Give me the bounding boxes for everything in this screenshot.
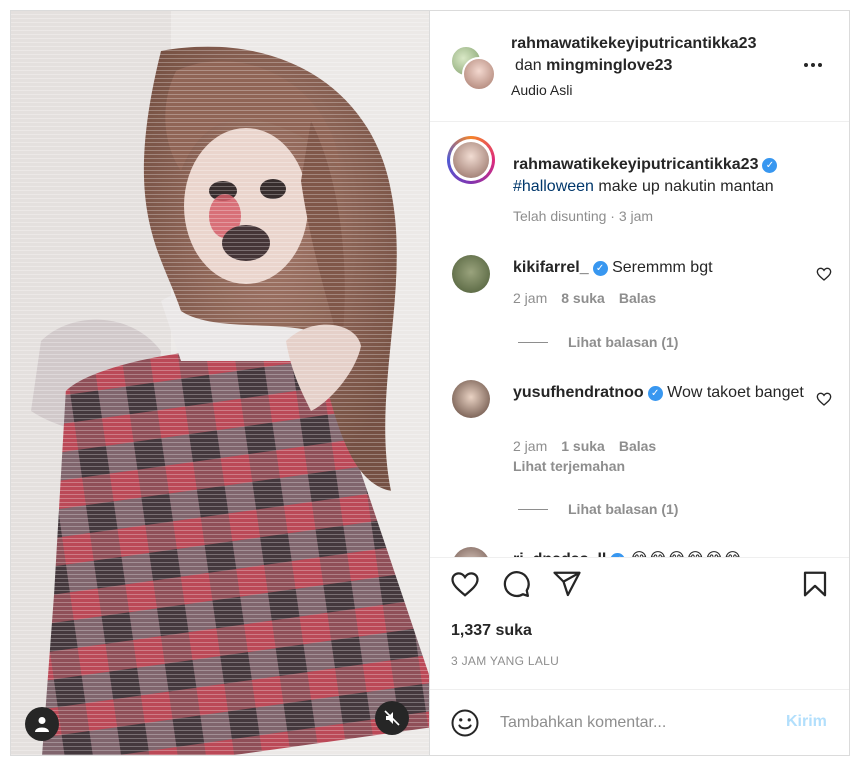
dot: [811, 63, 815, 67]
heart-icon[interactable]: [450, 569, 480, 599]
comment-time[interactable]: 2 jam: [513, 438, 547, 454]
comment-text: kikifarrel_ ✓ Seremmm bgt: [513, 256, 813, 279]
view-replies-button[interactable]: Lihat balasan (1): [518, 501, 678, 517]
smiley-icon[interactable]: [450, 708, 480, 738]
comment-body: Wow takoet banget: [667, 384, 804, 401]
more-horizontal-icon: [804, 63, 808, 67]
collab-username[interactable]: mingminglove23: [546, 57, 672, 74]
post-time[interactable]: 3 JAM YANG LALU: [451, 654, 559, 668]
reply-button[interactable]: Balas: [619, 290, 656, 306]
caption-username-text: rahmawatikekeyiputricantikka23: [513, 156, 759, 173]
comment-text: yusufhendratnoo ✓ Wow takoet banget: [513, 381, 813, 404]
avatar: [462, 57, 496, 91]
caption-username[interactable]: rahmawatikekeyiputricantikka23 ✓: [513, 156, 778, 174]
audio-link[interactable]: Audio Asli: [511, 82, 572, 98]
comment-avatar[interactable]: [452, 547, 490, 557]
author-username[interactable]: rahmawatikekeyiputricantikka23: [511, 35, 756, 53]
comment-meta: 2 jam 1 suka Balas: [513, 438, 656, 454]
avatar-ring-gap: [450, 139, 492, 181]
post-video[interactable]: [11, 11, 429, 755]
more-options-button[interactable]: [799, 53, 827, 77]
post-header: rahmawatikekeyiputricantikka23 dan mingm…: [430, 11, 849, 122]
view-replies-label: Lihat balasan (1): [568, 501, 679, 517]
comment-avatar[interactable]: [452, 255, 490, 293]
comment-username[interactable]: yusufhendratnoo: [513, 384, 644, 401]
collab-avatars[interactable]: [450, 45, 496, 91]
collab-and-text: dan: [515, 57, 542, 74]
caption-avatar[interactable]: [447, 136, 495, 184]
verified-badge-icon: ✓: [762, 158, 778, 173]
divider: [518, 342, 548, 343]
video-frame-image: [11, 11, 429, 755]
tagged-users-button[interactable]: [25, 707, 59, 741]
comments-list[interactable]: rahmawatikekeyiputricantikka23 ✓ #hallowe…: [430, 122, 849, 557]
section-divider: [430, 557, 849, 558]
view-replies-label: Lihat balasan (1): [568, 334, 679, 350]
verified-badge-icon: ✓: [592, 261, 608, 276]
post-comment-button[interactable]: Kirim: [786, 713, 827, 731]
avatar: [453, 142, 489, 178]
paper-plane-icon[interactable]: [552, 569, 582, 599]
caption-text: #halloween make up nakutin mantan: [513, 178, 774, 196]
comment-input[interactable]: [500, 711, 770, 735]
comment-username[interactable]: kikifarrel_: [513, 259, 589, 276]
section-divider: [430, 689, 849, 690]
comment-text: ri_dnadas_ll✓ 😂😂😂😂😂😂: [513, 548, 813, 557]
divider: [518, 509, 548, 510]
view-replies-button[interactable]: Lihat balasan (1): [518, 334, 678, 350]
verified-badge-icon: ✓: [647, 386, 663, 401]
comment-like-heart-icon[interactable]: [816, 391, 832, 407]
dot: [818, 63, 822, 67]
caption-hashtag[interactable]: #halloween: [513, 178, 594, 195]
bookmark-icon[interactable]: [800, 569, 830, 599]
comment-meta: 2 jam 8 suka Balas: [513, 290, 656, 306]
comment-icon[interactable]: [501, 569, 531, 599]
comment-avatar[interactable]: [452, 380, 490, 418]
comment-body: Seremmm bgt: [612, 259, 713, 276]
see-translation-button[interactable]: Lihat terjemahan: [513, 458, 625, 474]
reply-button[interactable]: Balas: [619, 438, 656, 454]
likes-count[interactable]: 1,337 suka: [451, 622, 532, 640]
caption-meta: Telah disunting · 3 jam: [513, 208, 654, 224]
comment-likes[interactable]: 8 suka: [561, 290, 605, 306]
audio-toggle-button[interactable]: [375, 701, 409, 735]
comment-time[interactable]: 2 jam: [513, 290, 547, 306]
user-icon: [35, 717, 49, 732]
post-details-panel: rahmawatikekeyiputricantikka23 dan mingm…: [430, 11, 849, 755]
comment-likes[interactable]: 1 suka: [561, 438, 605, 454]
collab-line: dan mingminglove23: [515, 57, 672, 75]
caption-body: make up nakutin mantan: [593, 178, 774, 195]
comment-like-heart-icon[interactable]: [816, 266, 832, 282]
muted-speaker-icon: [384, 710, 400, 726]
